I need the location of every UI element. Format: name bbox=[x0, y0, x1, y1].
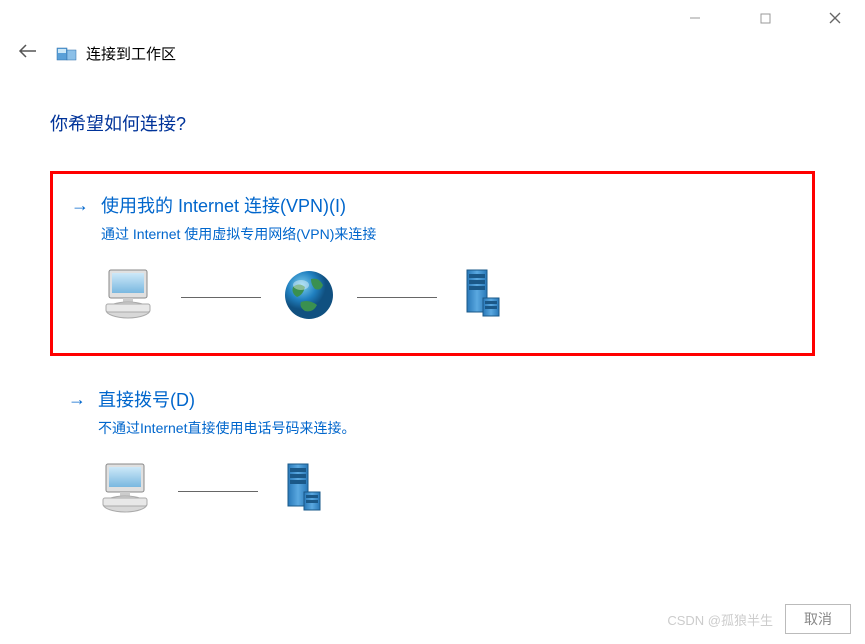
wizard-icon bbox=[56, 44, 78, 64]
wizard-title: 连接到工作区 bbox=[86, 43, 176, 64]
dial-illustration bbox=[98, 460, 797, 523]
option-vpn-desc: 通过 Internet 使用虚拟专用网络(VPN)来连接 bbox=[101, 224, 794, 244]
footer: CSDN @孤狼半生 取消 bbox=[667, 604, 851, 634]
option-vpn[interactable]: → 使用我的 Internet 连接(VPN)(I) 通过 Internet 使… bbox=[50, 171, 815, 356]
titlebar bbox=[0, 0, 865, 36]
option-dial[interactable]: → 直接拨号(D) 不通过Internet直接使用电话号码来连接。 bbox=[50, 368, 815, 547]
back-arrow-icon[interactable] bbox=[18, 42, 38, 65]
connector-line bbox=[357, 297, 437, 298]
arrow-right-icon: → bbox=[68, 389, 86, 410]
page-heading: 你希望如何连接? bbox=[50, 110, 815, 136]
vpn-illustration bbox=[101, 266, 794, 329]
close-button[interactable] bbox=[815, 3, 855, 33]
option-vpn-title: 使用我的 Internet 连接(VPN)(I) bbox=[101, 192, 346, 218]
server-icon bbox=[278, 460, 328, 523]
watermark: CSDN @孤狼半生 bbox=[667, 610, 773, 629]
option-dial-desc: 不通过Internet直接使用电话号码来连接。 bbox=[98, 418, 797, 438]
header: 连接到工作区 bbox=[0, 36, 865, 65]
computer-icon bbox=[98, 460, 158, 523]
connector-line bbox=[181, 297, 261, 298]
option-dial-title: 直接拨号(D) bbox=[98, 386, 195, 412]
server-icon bbox=[457, 266, 507, 329]
connector-line bbox=[178, 491, 258, 492]
arrow-right-icon: → bbox=[71, 195, 89, 216]
cancel-button[interactable]: 取消 bbox=[785, 604, 851, 634]
computer-icon bbox=[101, 266, 161, 329]
globe-icon bbox=[281, 267, 337, 328]
content-area: 你希望如何连接? → 使用我的 Internet 连接(VPN)(I) 通过 I… bbox=[0, 65, 865, 547]
maximize-button[interactable] bbox=[745, 3, 785, 33]
minimize-button[interactable] bbox=[675, 3, 715, 33]
